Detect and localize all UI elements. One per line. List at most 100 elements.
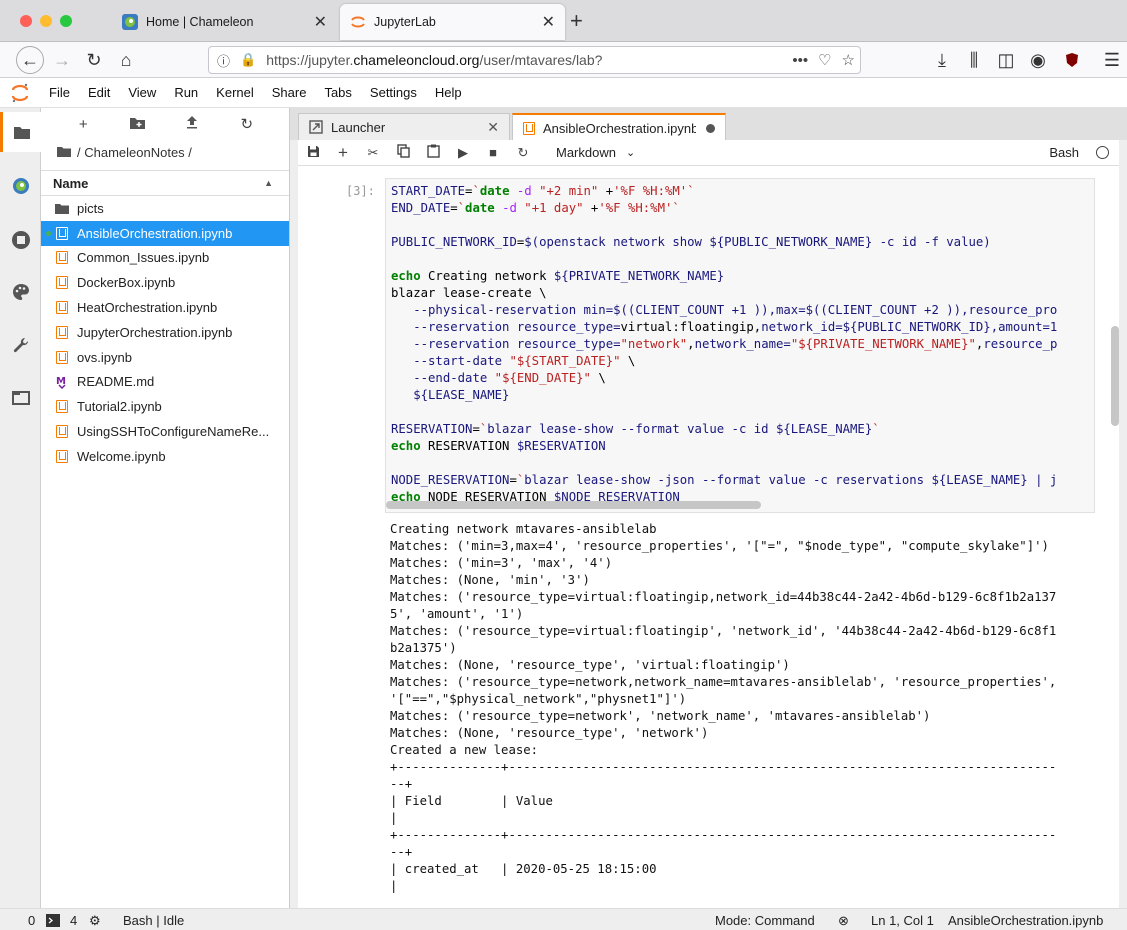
refresh-button[interactable]: ↻ (233, 115, 261, 133)
minimize-window-button[interactable] (40, 15, 52, 27)
file-row[interactable]: Common_Issues.ipynb (41, 246, 289, 271)
folder-icon[interactable] (57, 145, 71, 160)
close-tab-icon[interactable]: ✕ (542, 12, 555, 32)
kernel-gear-icon[interactable]: ⚙ (89, 913, 101, 929)
file-row[interactable]: UsingSSHToConfigureNameRe... (41, 419, 289, 444)
mode-indicator: Mode: Command (715, 913, 815, 928)
insert-cell-icon[interactable]: + (328, 143, 358, 163)
extension-manager-tab[interactable] (0, 326, 41, 366)
new-tab-button[interactable]: + (570, 8, 583, 34)
home-icon[interactable]: ⌂ (112, 46, 140, 74)
file-row[interactable]: AnsibleOrchestration.ipynb (41, 220, 289, 246)
tab-ansible-notebook[interactable]: AnsibleOrchestration.ipynb (512, 113, 726, 141)
downloads-icon[interactable]: ⤓ (928, 46, 956, 74)
menu-run[interactable]: Run (165, 78, 207, 108)
kernel-state[interactable]: Bash | Idle (123, 913, 184, 928)
kernel-count[interactable]: 4 (70, 913, 77, 928)
activity-sidebar (0, 108, 41, 908)
file-name: Welcome.ipynb (77, 448, 166, 464)
horizontal-scrollbar[interactable] (386, 501, 761, 509)
vertical-scrollbar[interactable] (1111, 326, 1119, 426)
notebook-icon (55, 226, 69, 240)
file-row[interactable]: picts (41, 196, 289, 221)
terminal-count[interactable]: 0 (28, 913, 35, 928)
property-inspector-tab[interactable] (0, 272, 41, 312)
code-text[interactable]: START_DATE=`date -d "+2 min" +'%F %H:%M'… (391, 183, 1057, 506)
menu-edit[interactable]: Edit (79, 78, 119, 108)
sidebars-icon[interactable]: ◫ (992, 46, 1020, 74)
menu-help[interactable]: Help (426, 78, 471, 108)
back-arrow-icon[interactable]: ← (16, 46, 44, 74)
run-icon[interactable]: ▶ (448, 145, 478, 161)
notebook-panel[interactable]: [3]: START_DATE=`date -d "+2 min" +'%F %… (298, 166, 1119, 908)
name-column-header[interactable]: Name ▲ (41, 170, 289, 196)
reload-icon[interactable]: ↻ (80, 46, 108, 74)
upload-button[interactable] (178, 115, 206, 133)
file-row[interactable]: DockerBox.ipynb (41, 270, 289, 295)
ublock-icon[interactable] (1058, 46, 1086, 74)
paste-icon[interactable] (418, 144, 448, 161)
running-sessions-tab[interactable] (0, 220, 41, 260)
new-launcher-button[interactable]: + (69, 116, 97, 133)
forward-arrow-icon[interactable]: → (48, 46, 76, 74)
close-window-button[interactable] (20, 15, 32, 27)
code-cell-editor[interactable]: START_DATE=`date -d "+2 min" +'%F %H:%M'… (385, 178, 1095, 513)
menu-kernel[interactable]: Kernel (207, 78, 263, 108)
new-folder-icon (130, 117, 146, 129)
kernel-status-icon (1096, 146, 1109, 159)
file-name: UsingSSHToConfigureNameRe... (77, 424, 270, 440)
close-tab-icon[interactable]: ✕ (314, 12, 327, 32)
stop-icon[interactable]: ■ (478, 145, 508, 160)
file-row[interactable]: HeatOrchestration.ipynb (41, 295, 289, 320)
notebook-icon (55, 400, 69, 414)
copy-icon[interactable] (388, 144, 418, 161)
restart-icon[interactable]: ↻ (508, 145, 538, 161)
account-icon[interactable]: ◉ (1024, 46, 1052, 74)
open-tabs-tab[interactable] (0, 378, 41, 418)
notebook-icon (55, 350, 69, 364)
trusted-icon[interactable]: ⊗ (838, 913, 849, 929)
site-info-icon[interactable]: ⓘ (217, 51, 230, 70)
wrench-icon (13, 337, 28, 353)
page-actions-icon[interactable]: ••• (792, 52, 808, 69)
file-row[interactable]: ovs.ipynb (41, 345, 289, 370)
breadcrumb-path[interactable]: / ChameleonNotes / (77, 145, 192, 160)
file-row[interactable]: M README.md (41, 370, 289, 395)
notebook-icon (55, 425, 69, 439)
pocket-icon[interactable]: ♡ (818, 51, 831, 69)
file-browser-toolbar: + ↻ (41, 108, 289, 140)
hamburger-menu-icon[interactable]: ☰ (1098, 46, 1126, 74)
cursor-position[interactable]: Ln 1, Col 1 (871, 913, 934, 928)
menu-file[interactable]: File (40, 78, 79, 108)
browser-tab-chameleon[interactable]: Home | Chameleon ✕ (112, 4, 337, 40)
address-bar[interactable]: ⓘ 🔒 https://jupyter.chameleoncloud.org/u… (208, 46, 861, 74)
bookmark-star-icon[interactable]: ☆ (842, 51, 855, 69)
new-folder-button[interactable] (124, 116, 152, 133)
file-browser-tab[interactable] (0, 112, 41, 152)
file-row[interactable]: JupyterOrchestration.ipynb (41, 320, 289, 345)
notebook-icon (523, 121, 535, 135)
tab-launcher[interactable]: Launcher ✕ (298, 113, 510, 140)
folder-icon (14, 126, 30, 139)
zoom-window-button[interactable] (60, 15, 72, 27)
sort-caret-icon: ▲ (264, 178, 273, 188)
menu-settings[interactable]: Settings (361, 78, 426, 108)
cell-type-select[interactable]: Markdown ⌄ (556, 145, 635, 160)
terminal-icon[interactable] (46, 914, 60, 930)
menu-view[interactable]: View (119, 78, 165, 108)
file-list: picts AnsibleOrchestration.ipynb Common_Is… (41, 196, 289, 469)
cut-icon[interactable]: ✂ (358, 145, 388, 161)
menu-share[interactable]: Share (263, 78, 316, 108)
save-icon[interactable] (298, 145, 328, 161)
file-row[interactable]: Tutorial2.ipynb (41, 394, 289, 419)
file-row[interactable]: Welcome.ipynb (41, 444, 289, 469)
menu-tabs[interactable]: Tabs (315, 78, 360, 108)
kernel-name[interactable]: Bash (1049, 145, 1079, 160)
unsaved-dot-icon[interactable] (706, 123, 715, 133)
notebook-icon (55, 276, 69, 290)
file-browser-panel: + ↻ / ChameleonNotes / Name ▲ picts Ansib… (41, 108, 290, 908)
close-tab-icon[interactable]: ✕ (487, 119, 499, 136)
chameleon-extension-tab[interactable] (0, 166, 41, 206)
library-icon[interactable]: ⫼ (960, 46, 988, 74)
browser-tab-jupyterlab[interactable]: JupyterLab ✕ (340, 4, 565, 40)
